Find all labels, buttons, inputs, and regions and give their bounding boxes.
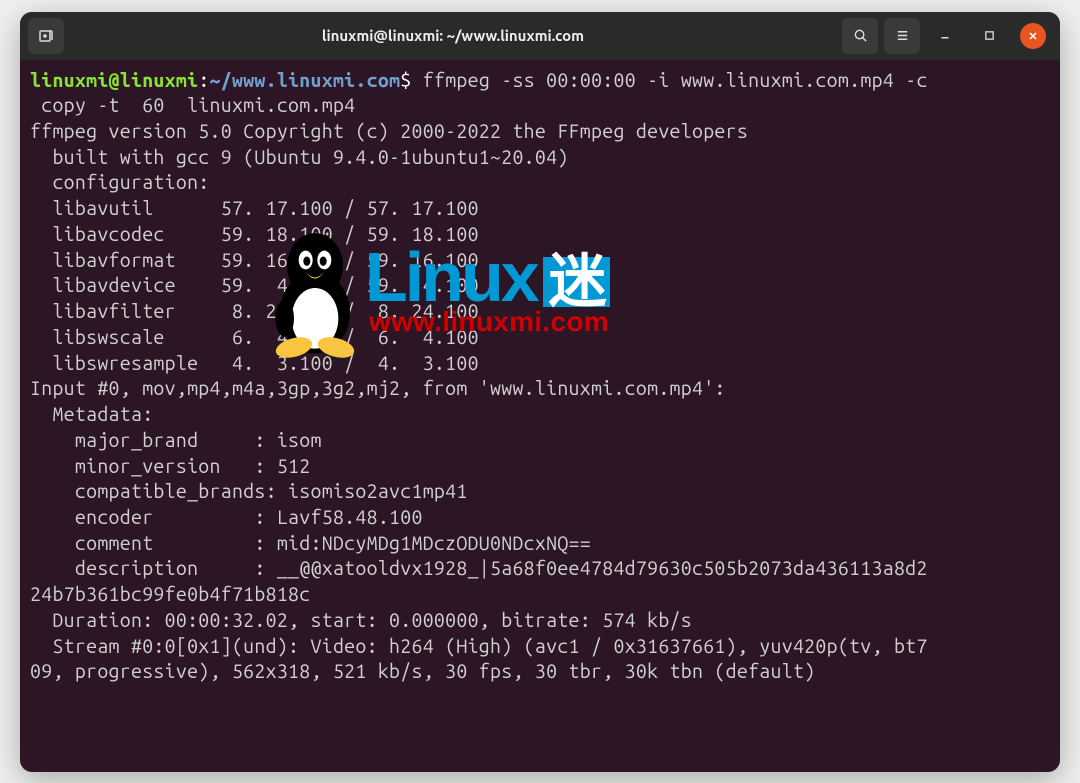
output-line: comment : mid:NDcyMDg1MDczODU0NDcxNQ== xyxy=(30,531,1050,557)
output-line: libavdevice 59. 4.100 / 59. 4.100 xyxy=(30,273,1050,299)
output-line: Duration: 00:00:32.02, start: 0.000000, … xyxy=(30,608,1050,634)
output-line: configuration: xyxy=(30,170,1050,196)
maximize-button[interactable] xyxy=(970,18,1008,54)
output-line: compatible_brands: isomiso2avc1mp41 xyxy=(30,479,1050,505)
search-button[interactable] xyxy=(842,18,878,54)
output-line: libavformat 59. 16.100 / 59. 16.100 xyxy=(30,248,1050,274)
output-line: description : __@@xatooldvx1928_|5a68f0e… xyxy=(30,556,1050,582)
command-cont: copy -t 60 linuxmi.com.mp4 xyxy=(30,93,1050,119)
terminal-window: linuxmi@linuxmi: ~/www.linuxmi.com xyxy=(20,12,1060,772)
output-line: major_brand : isom xyxy=(30,428,1050,454)
output-line: libavfilter 8. 24.100 / 8. 24.100 xyxy=(30,299,1050,325)
prompt-path: ~/www.linuxmi.com xyxy=(210,69,401,91)
hamburger-menu-button[interactable] xyxy=(884,18,920,54)
output-line: Input #0, mov,mp4,m4a,3gp,3g2,mj2, from … xyxy=(30,376,1050,402)
output-line: Stream #0:0[0x1](und): Video: h264 (High… xyxy=(30,634,1050,660)
output-line: built with gcc 9 (Ubuntu 9.4.0-1ubuntu1~… xyxy=(30,145,1050,171)
output-line: libavcodec 59. 18.100 / 59. 18.100 xyxy=(30,222,1050,248)
output-line: minor_version : 512 xyxy=(30,454,1050,480)
output-line: Metadata: xyxy=(30,402,1050,428)
output-line: libswscale 6. 4.100 / 6. 4.100 xyxy=(30,325,1050,351)
prompt-user: linuxmi@linuxmi xyxy=(30,69,198,91)
output-line: encoder : Lavf58.48.100 xyxy=(30,505,1050,531)
output-line: 24b7b361bc99fe0b4f71b818c xyxy=(30,582,1050,608)
prompt-dollar: $ xyxy=(400,69,411,91)
titlebar: linuxmi@linuxmi: ~/www.linuxmi.com xyxy=(20,12,1060,60)
output-line: libswresample 4. 3.100 / 4. 3.100 xyxy=(30,351,1050,377)
output-line: libavutil 57. 17.100 / 57. 17.100 xyxy=(30,196,1050,222)
prompt-sep: : xyxy=(198,69,209,91)
close-button[interactable] xyxy=(1020,23,1046,49)
output-line: 09, progressive), 562x318, 521 kb/s, 30 … xyxy=(30,659,1050,685)
output-line: ffmpeg version 5.0 Copyright (c) 2000-20… xyxy=(30,119,1050,145)
new-tab-button[interactable] xyxy=(28,18,64,54)
terminal-content[interactable]: linuxmi@linuxmi:~/www.linuxmi.com$ ffmpe… xyxy=(20,60,1060,772)
command-text: ffmpeg -ss 00:00:00 -i www.linuxmi.com.m… xyxy=(423,69,928,91)
window-title: linuxmi@linuxmi: ~/www.linuxmi.com xyxy=(72,27,834,44)
minimize-button[interactable] xyxy=(926,18,964,54)
